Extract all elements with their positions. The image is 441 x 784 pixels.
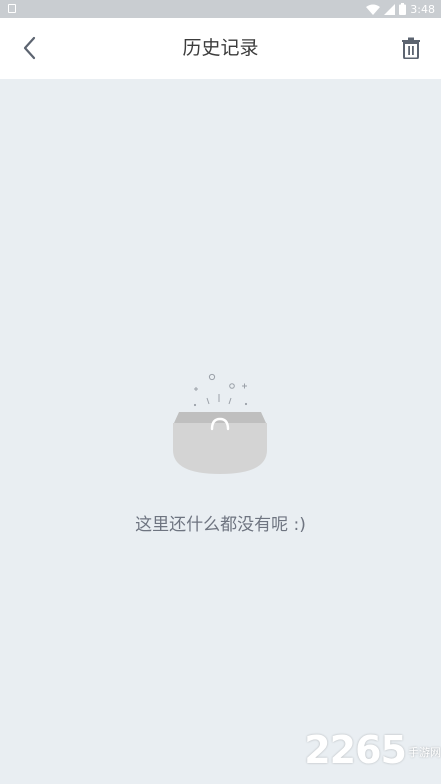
delete-history-button[interactable] [393,30,429,66]
battery-icon [399,3,407,15]
page-title: 历史记录 [182,37,259,59]
notification-icon [8,4,16,13]
wifi-icon [366,4,381,15]
status-bar: 3:48 [0,0,441,18]
signal-icon [384,3,396,15]
chevron-left-icon [23,36,36,60]
top-app-bar: 历史记录 [0,18,441,79]
status-time: 3:48 [410,2,435,16]
empty-bag-icon [165,370,275,480]
watermark-suffix: 手游网 [408,746,441,759]
back-button[interactable] [12,30,48,66]
trash-icon [402,37,420,59]
empty-state-message: 这里还什么都没有呢 :) [135,515,306,535]
status-icons: 3:48 [366,1,435,17]
watermark-logo: 2265 手游网 [304,728,441,772]
watermark-number: 2265 [304,728,407,772]
